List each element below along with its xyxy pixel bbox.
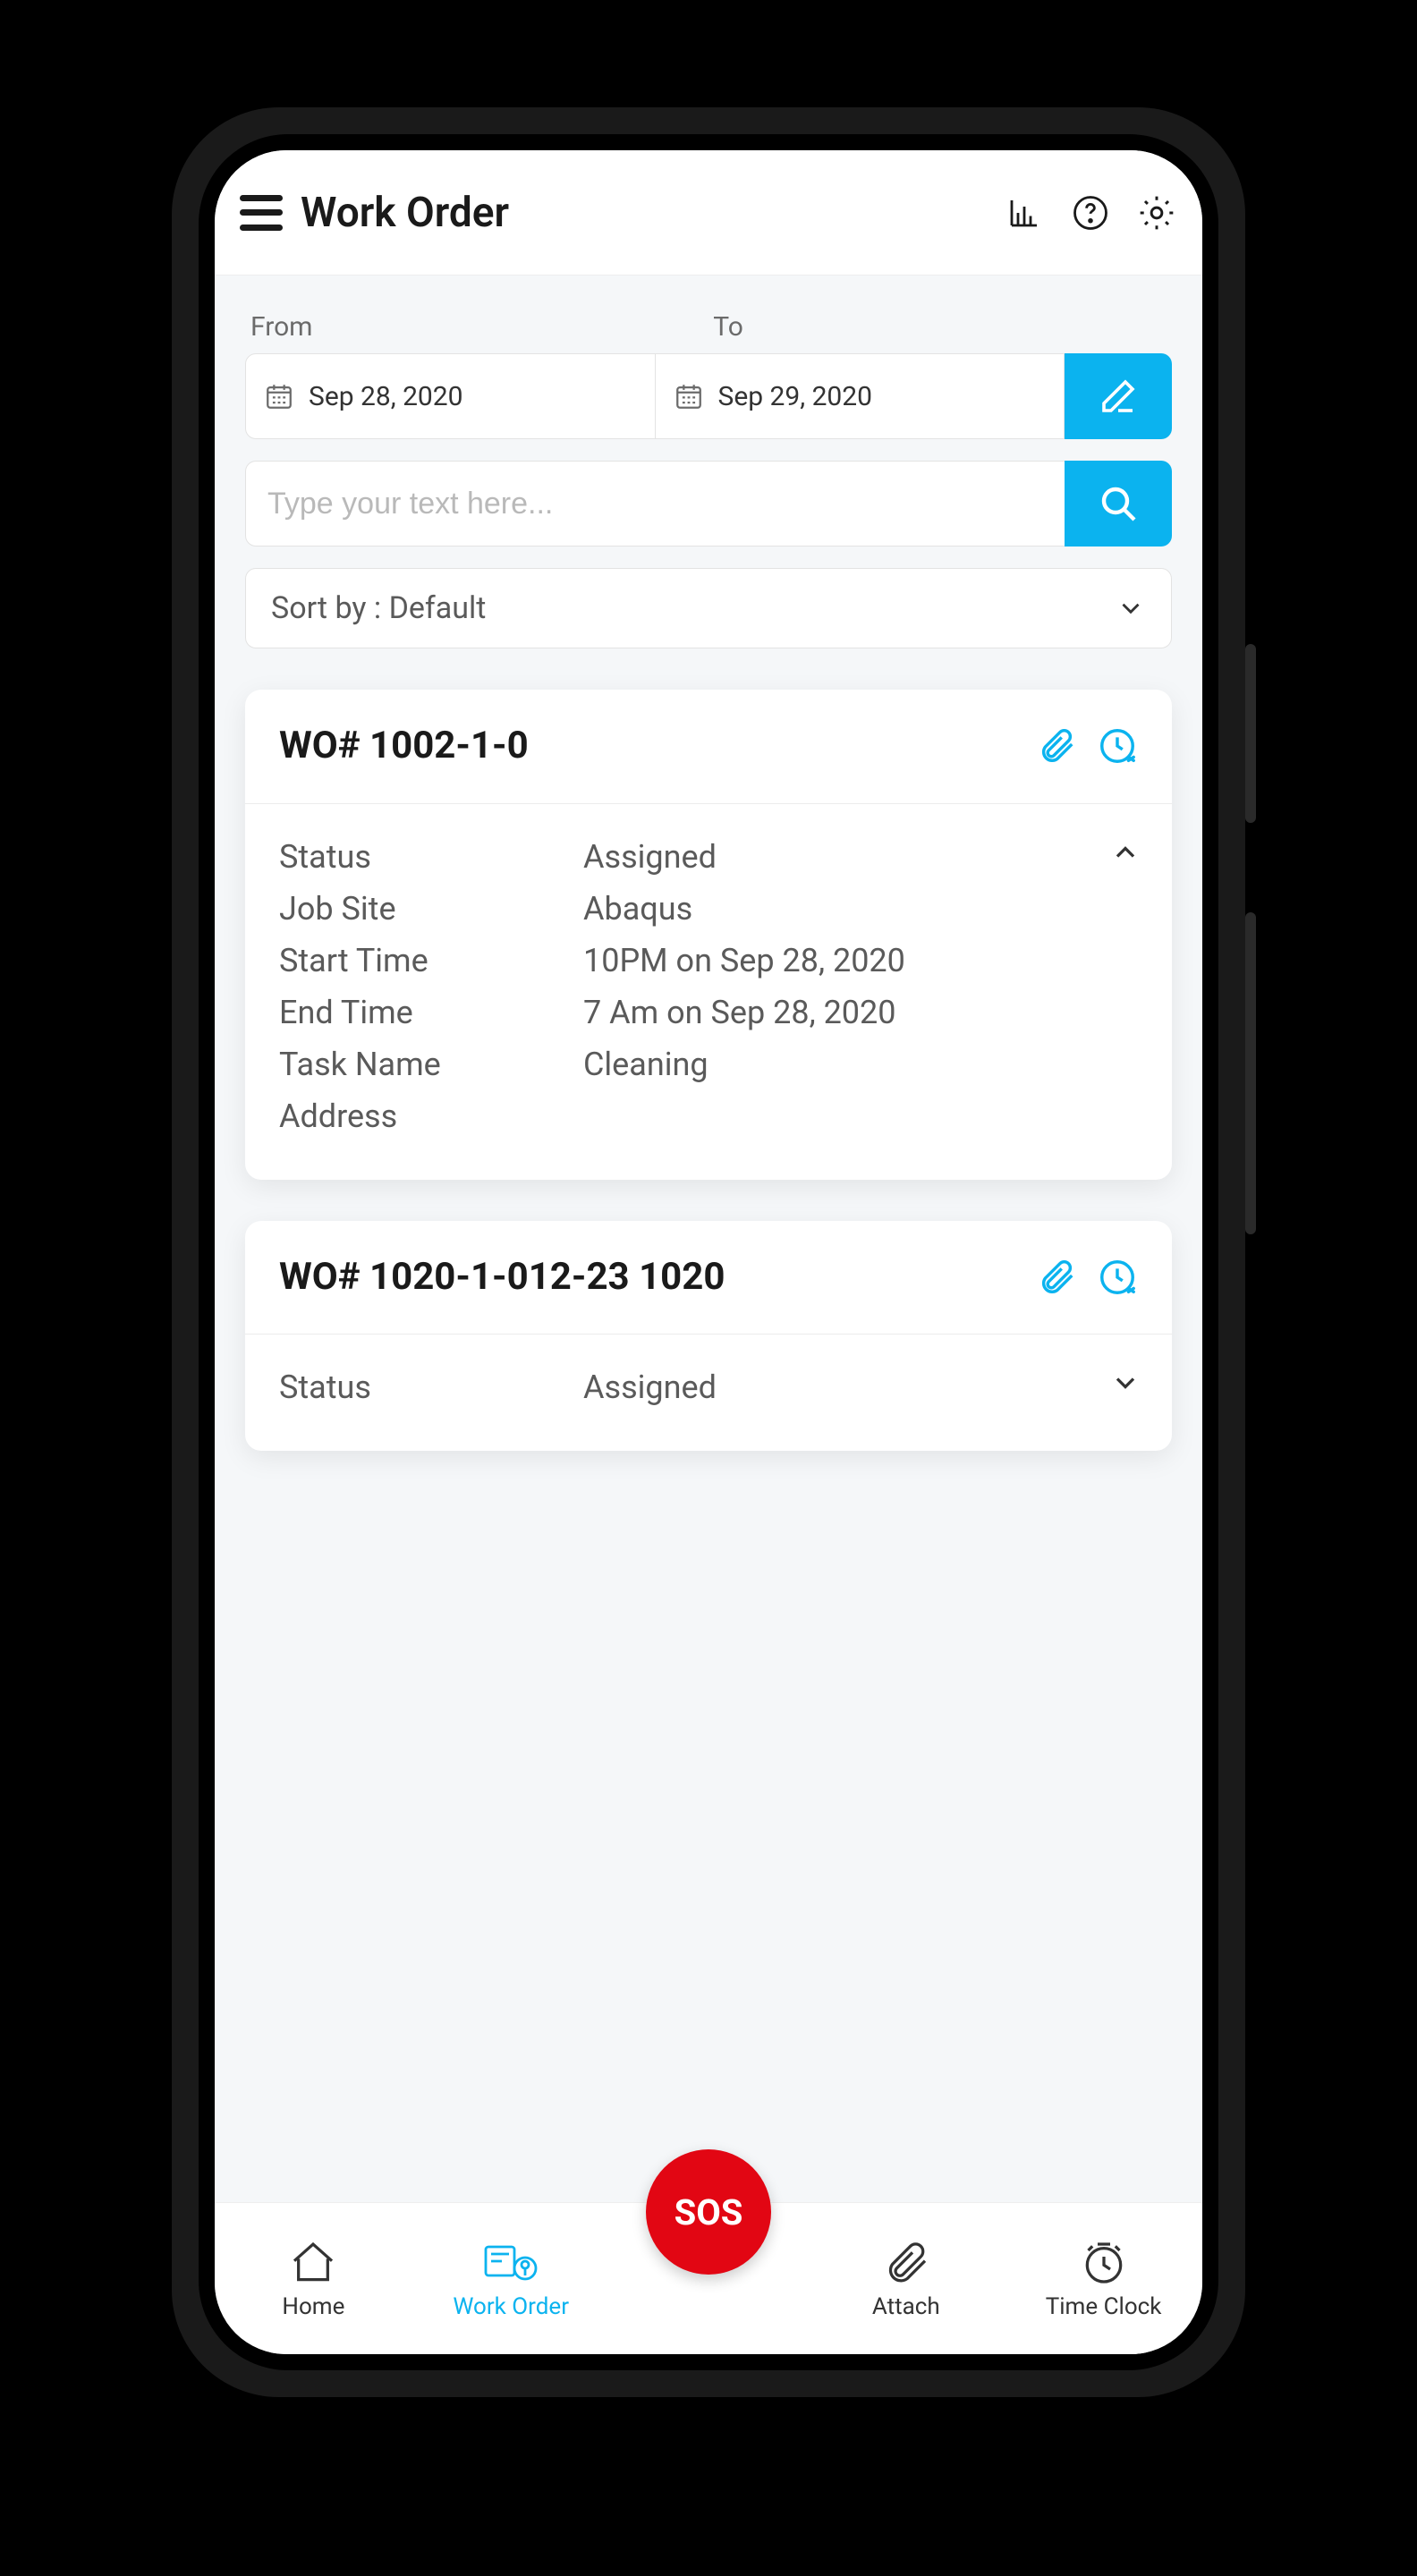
detail-key: End Time [279,994,583,1031]
detail-key: Status [279,1368,583,1406]
from-date-value: Sep 28, 2020 [309,381,463,412]
clock-icon [1079,2238,1129,2288]
detail-value: Abaqus [583,890,1138,928]
search-input[interactable] [267,487,1043,521]
attachment-icon[interactable] [1036,1257,1077,1298]
date-row: Sep 28, 2020 Sep 29, 2020 [245,353,1172,439]
chevron-down-icon [1109,1367,1141,1399]
card-body: Status Assigned [245,1335,1172,1451]
detail-value: Assigned [583,1368,1138,1406]
app-screen: Work Order [215,150,1202,2354]
search-button[interactable] [1065,461,1172,547]
detail-key: Job Site [279,890,583,928]
to-date-value: Sep 29, 2020 [718,381,873,412]
sync-icon[interactable] [1097,725,1138,767]
sort-label: Sort by : Default [271,590,486,626]
search-icon [1097,482,1140,525]
card-header: WO# 1002-1-0 [245,690,1172,804]
edit-icon [1097,375,1140,418]
phone-inner: Work Order [199,134,1218,2370]
attach-icon [881,2238,931,2288]
card-actions [1036,1257,1138,1298]
phone-side-button [1245,644,1256,823]
search-input-wrap [245,461,1065,547]
header-actions [1004,192,1177,233]
detail-value [583,1097,1138,1135]
page-title: Work Order [301,189,986,237]
sos-button[interactable]: SOS [646,2149,771,2275]
attachment-icon[interactable] [1036,725,1077,767]
phone-frame: Work Order [172,107,1245,2397]
card-actions [1036,725,1138,767]
nav-label: Work Order [453,2293,569,2320]
nav-item-time-clock[interactable]: Time Clock [1023,2238,1184,2320]
card-title: WO# 1002-1-0 [279,722,529,771]
date-labels: From To [245,311,1172,343]
expand-toggle[interactable] [1109,1367,1141,1399]
menu-icon[interactable] [240,195,283,231]
gear-icon[interactable] [1136,192,1177,233]
detail-value: Assigned [583,838,1138,876]
detail-key: Start Time [279,942,583,979]
work-order-icon [482,2238,539,2288]
to-label: To [708,311,1152,343]
detail-row: Task Name Cleaning [279,1038,1138,1090]
nav-label: Attach [872,2293,940,2320]
nav-label: Time Clock [1046,2293,1162,2320]
chart-icon[interactable] [1004,192,1045,233]
detail-key: Status [279,838,583,876]
chevron-up-icon [1109,836,1141,869]
edit-date-button[interactable] [1065,353,1172,439]
collapse-toggle[interactable] [1109,836,1141,869]
content-area: From To Sep 28, 2020 [215,275,1202,2202]
detail-row: Job Site Abaqus [279,883,1138,935]
from-date-input[interactable]: Sep 28, 2020 [245,353,656,439]
detail-row: Status Assigned [279,831,1138,883]
nav-item-work-order[interactable]: Work Order [430,2238,591,2320]
sort-dropdown[interactable]: Sort by : Default [245,568,1172,648]
nav-item-attach[interactable]: Attach [826,2238,987,2320]
calendar-icon [264,381,294,411]
work-order-card: WO# 1002-1-0 [245,690,1172,1180]
detail-row: Start Time 10PM on Sep 28, 2020 [279,935,1138,987]
detail-key: Address [279,1097,583,1135]
detail-value: Cleaning [583,1046,1138,1083]
sos-label: SOS [675,2191,743,2233]
card-body: Status Assigned Job Site Abaqus Start Ti… [245,804,1172,1180]
from-label: From [245,311,690,343]
detail-row: Status Assigned [279,1361,1138,1413]
nav-label: Home [282,2293,344,2320]
detail-row: Address [279,1090,1138,1142]
card-title: WO# 1020-1-012-23 1020 [279,1253,725,1302]
work-order-card: WO# 1020-1-012-23 1020 [245,1221,1172,1452]
home-icon [288,2238,338,2288]
card-header: WO# 1020-1-012-23 1020 [245,1221,1172,1335]
detail-value: 10PM on Sep 28, 2020 [583,942,1138,979]
bottom-nav: SOS Home Work Order [215,2202,1202,2354]
to-date-input[interactable]: Sep 29, 2020 [656,353,1065,439]
phone-side-button [1245,912,1256,1234]
app-header: Work Order [215,150,1202,275]
detail-row: End Time 7 Am on Sep 28, 2020 [279,987,1138,1038]
sync-icon[interactable] [1097,1257,1138,1298]
search-row [245,461,1172,547]
help-icon[interactable] [1070,192,1111,233]
detail-value: 7 Am on Sep 28, 2020 [583,994,1138,1031]
calendar-icon [674,381,704,411]
nav-item-home[interactable]: Home [233,2238,394,2320]
chevron-down-icon [1116,593,1146,623]
detail-key: Task Name [279,1046,583,1083]
